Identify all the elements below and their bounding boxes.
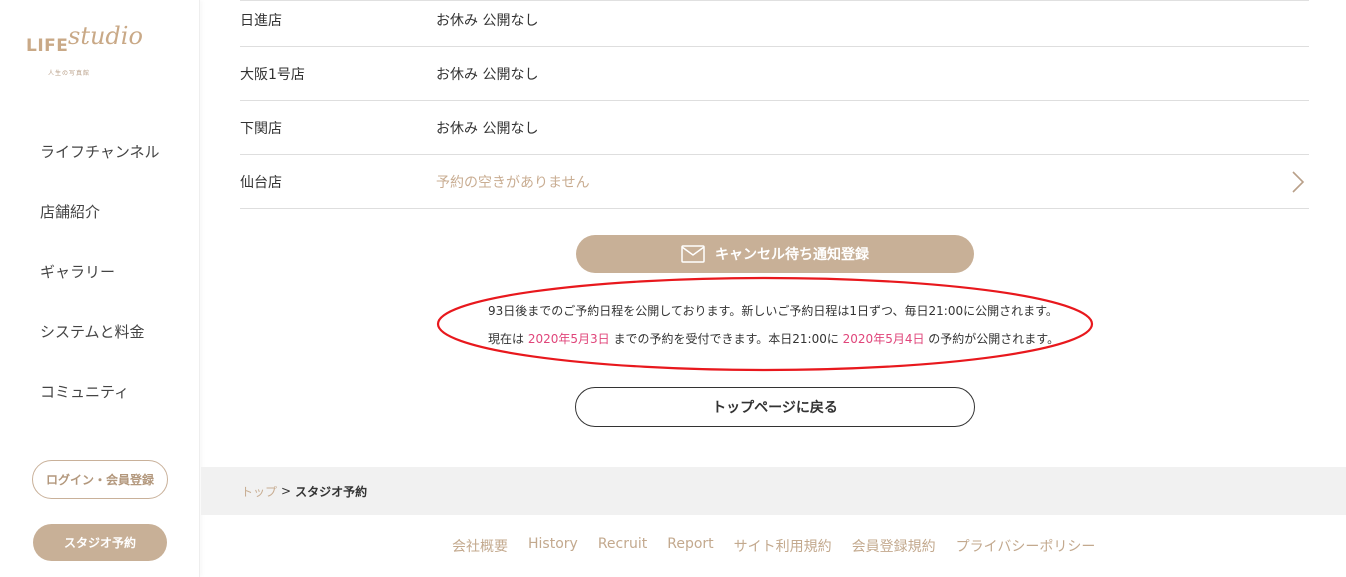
sidebar: LIFE studio 人生の写真館 ライフチャンネル 店舗紹介 ギャラリー シ… [0,0,200,577]
breadcrumb-separator: > [281,484,292,498]
login-register-button[interactable]: ログイン・会員登録 [32,460,168,499]
breadcrumb-current: スタジオ予約 [295,484,368,499]
footer-link-company[interactable]: 会社概要 [452,536,508,556]
nav-item-community[interactable]: コミュニティ [40,381,129,402]
store-status: お休み 公開なし [436,120,539,137]
footer-links: 会社概要 History Recruit Report サイト利用規約 会員登録… [452,536,1095,556]
store-row: 日進店 お休み 公開なし [240,0,1309,47]
nav-item-system-pricing[interactable]: システムと料金 [40,321,145,342]
store-name: 下関店 [240,120,282,137]
nav-item-store-info[interactable]: 店舗紹介 [40,201,100,222]
store-status: お休み 公開なし [436,66,539,83]
store-status: 予約の空きがありません [436,174,590,191]
store-name: 大阪1号店 [240,66,305,83]
footer-link-history[interactable]: History [528,536,578,556]
red-ellipse-annotation [436,276,1094,372]
chevron-right-icon[interactable] [1291,171,1305,193]
footer-link-member-terms[interactable]: 会員登録規約 [852,536,936,556]
footer-link-recruit[interactable]: Recruit [598,536,647,556]
logo-subtitle: 人生の写真館 [48,70,91,77]
logo-main-text: LIFE [26,36,69,56]
nav-item-life-channel[interactable]: ライフチャンネル [40,141,160,162]
store-status: お休み 公開なし [436,12,539,29]
breadcrumb-bar: トップ > スタジオ予約 [201,467,1346,515]
store-row: 大阪1号店 お休み 公開なし [240,47,1309,101]
logo-script-text: studio [68,22,143,50]
nav-item-gallery[interactable]: ギャラリー [40,261,115,282]
breadcrumb-top-link[interactable]: トップ [241,483,277,500]
back-to-top-page-button[interactable]: トップページに戻る [575,387,975,427]
store-name: 日進店 [240,12,282,29]
store-name: 仙台店 [240,174,282,191]
store-row: 下関店 お休み 公開なし [240,101,1309,155]
cancel-waitlist-button[interactable]: キャンセル待ち通知登録 [576,235,974,273]
life-studio-logo[interactable]: LIFE studio 人生の写真館 [26,22,143,82]
mail-icon [681,245,705,263]
store-row-sendai[interactable]: 仙台店 予約の空きがありません [240,155,1309,209]
cancel-waitlist-label: キャンセル待ち通知登録 [715,247,869,263]
studio-reservation-button[interactable]: スタジオ予約 [33,524,167,561]
breadcrumb: トップ > スタジオ予約 [241,467,367,515]
footer-link-site-terms[interactable]: サイト利用規約 [734,536,832,556]
footer-link-privacy-policy[interactable]: プライバシーポリシー [956,536,1096,556]
footer-link-report[interactable]: Report [667,536,713,556]
